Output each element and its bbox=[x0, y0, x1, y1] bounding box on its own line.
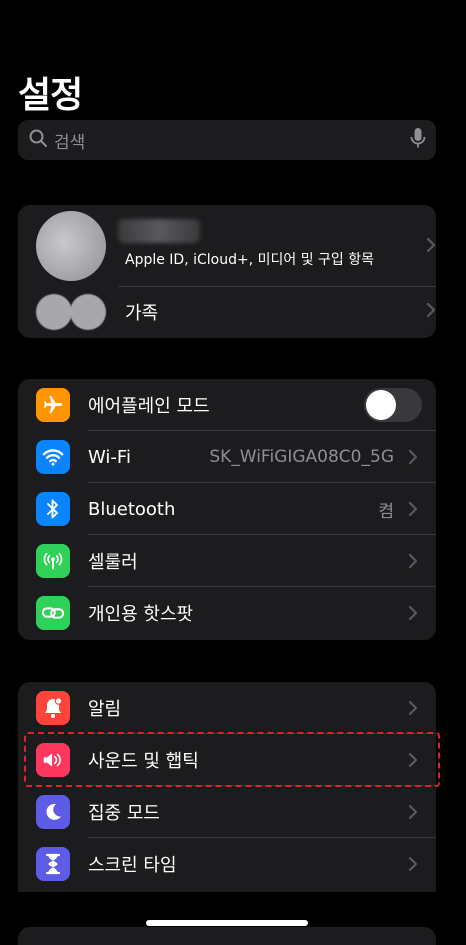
highlight-annotation bbox=[24, 732, 440, 787]
search-icon bbox=[28, 128, 48, 152]
airplane-icon bbox=[36, 388, 70, 422]
row-label: 개인용 핫스팟 bbox=[88, 604, 194, 625]
family-label: 가족 bbox=[125, 303, 159, 324]
moon-icon bbox=[36, 795, 70, 829]
toggle-knob bbox=[366, 390, 396, 420]
hourglass-icon bbox=[36, 847, 70, 881]
row-label: Bluetooth bbox=[88, 498, 176, 520]
row-label: Wi-Fi bbox=[88, 446, 131, 468]
settings-row-focus[interactable]: 집중 모드 bbox=[18, 786, 436, 838]
family-avatars bbox=[36, 294, 106, 330]
airplane-mode-toggle[interactable] bbox=[364, 388, 422, 422]
row-label: 스크린 타임 bbox=[88, 855, 177, 876]
chevron-right-icon bbox=[426, 237, 436, 257]
wifi-network-value: SK_WiFiGIGA08C0_5G bbox=[209, 447, 394, 467]
chevron-right-icon bbox=[426, 302, 436, 322]
profile-name-redacted bbox=[118, 219, 200, 243]
notifications-group: 알림 사운드 및 햅틱 집중 모드 스크린 타임 bbox=[18, 682, 436, 892]
profile-row[interactable]: Apple ID, iCloud+, 미디어 및 구입 항목 bbox=[18, 205, 436, 287]
family-avatar bbox=[36, 294, 72, 330]
profile-subtitle: Apple ID, iCloud+, 미디어 및 구입 항목 bbox=[125, 252, 375, 268]
chevron-right-icon bbox=[408, 501, 422, 517]
page-title: 설정 bbox=[18, 75, 83, 116]
settings-row-screentime[interactable]: 스크린 타임 bbox=[18, 838, 436, 890]
chevron-right-icon bbox=[408, 553, 422, 569]
bluetooth-icon bbox=[36, 492, 70, 526]
profile-group: Apple ID, iCloud+, 미디어 및 구입 항목 가족 bbox=[18, 205, 436, 338]
row-label: 셀룰러 bbox=[88, 552, 138, 573]
settings-row-bluetooth[interactable]: Bluetooth 켬 bbox=[18, 483, 436, 535]
settings-row-cellular[interactable]: 셀룰러 bbox=[18, 535, 436, 587]
chevron-right-icon bbox=[408, 804, 422, 820]
avatar bbox=[36, 211, 106, 281]
chevron-right-icon bbox=[408, 856, 422, 872]
row-label: 알림 bbox=[88, 699, 122, 720]
search-input[interactable]: 검색 bbox=[54, 128, 410, 153]
row-label: 집중 모드 bbox=[88, 803, 160, 824]
chevron-right-icon bbox=[408, 605, 422, 621]
family-avatar bbox=[70, 294, 106, 330]
settings-row-hotspot[interactable]: 개인용 핫스팟 bbox=[18, 587, 436, 639]
settings-row-airplane[interactable]: 에어플레인 모드 bbox=[18, 379, 436, 431]
chevron-right-icon bbox=[408, 700, 422, 716]
antenna-icon bbox=[36, 544, 70, 578]
settings-row-wifi[interactable]: Wi-Fi SK_WiFiGIGA08C0_5G bbox=[18, 431, 436, 483]
search-bar[interactable]: 검색 bbox=[18, 120, 436, 160]
next-group-peek bbox=[18, 927, 436, 945]
chevron-right-icon bbox=[408, 449, 422, 465]
home-indicator[interactable] bbox=[146, 920, 308, 926]
bluetooth-status-value: 켬 bbox=[378, 501, 394, 522]
settings-row-alerts[interactable]: 알림 bbox=[18, 682, 436, 734]
bell-icon bbox=[36, 691, 70, 725]
wifi-icon bbox=[36, 440, 70, 474]
connectivity-group: 에어플레인 모드 Wi-Fi SK_WiFiGIGA08C0_5G Blueto… bbox=[18, 379, 436, 640]
link-icon bbox=[36, 596, 70, 630]
microphone-icon[interactable] bbox=[410, 127, 426, 153]
row-label: 에어플레인 모드 bbox=[88, 396, 210, 417]
family-row[interactable]: 가족 bbox=[18, 287, 436, 337]
